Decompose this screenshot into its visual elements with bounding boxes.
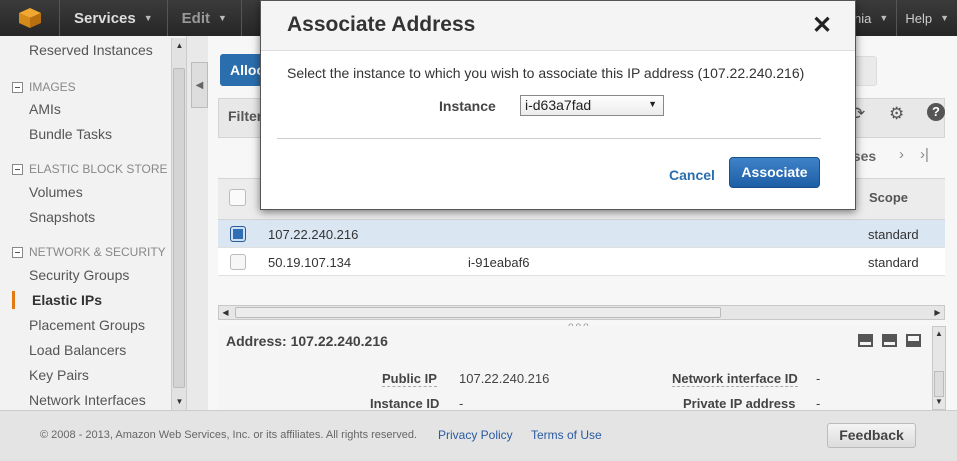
- scroll-up-icon[interactable]: ▲: [174, 40, 185, 51]
- sidebar-item-key-pairs[interactable]: Key Pairs: [29, 367, 89, 383]
- scroll-thumb[interactable]: [235, 307, 721, 318]
- sidebar-section-ebs[interactable]: ELASTIC BLOCK STORE: [12, 162, 168, 176]
- detail-title: Address: 107.22.240.216: [226, 333, 388, 349]
- public-ip-value: 107.22.240.216: [459, 371, 550, 386]
- sidebar-scrollbar[interactable]: ▲ ▼: [171, 38, 186, 410]
- horizontal-scrollbar[interactable]: ◀ ▶: [218, 305, 945, 320]
- private-ip-value: -: [816, 396, 821, 411]
- last-page-icon[interactable]: ›|: [920, 146, 929, 163]
- column-header-scope[interactable]: Scope: [869, 190, 908, 205]
- instance-id-label: Instance ID: [370, 396, 440, 411]
- collapse-sidebar-button[interactable]: ◀: [191, 62, 208, 108]
- collapse-icon: [12, 163, 23, 175]
- cube-icon: [18, 8, 41, 28]
- sidebar-section-title: ELASTIC BLOCK STORE: [29, 162, 168, 176]
- gear-icon[interactable]: ⚙: [889, 104, 904, 124]
- scroll-left-icon[interactable]: ◀: [219, 306, 232, 319]
- sidebar-section-title: IMAGES: [29, 80, 76, 94]
- private-ip-label: Private IP address: [683, 396, 796, 411]
- edit-menu[interactable]: Edit ▼: [168, 0, 242, 36]
- row-checkbox[interactable]: [230, 254, 246, 270]
- network-interface-value: -: [816, 371, 821, 386]
- associate-button[interactable]: Associate: [729, 157, 820, 188]
- sidebar-item-network-interfaces[interactable]: Network Interfaces: [29, 392, 146, 408]
- chevron-down-icon: ▼: [879, 13, 889, 23]
- help-icon[interactable]: ?: [927, 103, 945, 121]
- help-label: Help: [905, 10, 933, 26]
- sidebar-item-elastic-ips[interactable]: Elastic IPs: [32, 292, 102, 308]
- collapse-icon: [12, 246, 23, 258]
- dropdown-arrow-icon: ▼: [648, 99, 657, 109]
- select-all-checkbox[interactable]: [229, 189, 246, 206]
- sidebar-item-bundle-tasks[interactable]: Bundle Tasks: [29, 126, 112, 142]
- scroll-down-icon[interactable]: ▼: [174, 396, 185, 407]
- detail-scrollbar[interactable]: ▲ ▼: [932, 326, 946, 410]
- row-checkbox[interactable]: [230, 226, 246, 242]
- sidebar-section-images[interactable]: IMAGES: [12, 80, 76, 94]
- filter-label[interactable]: Filter: [228, 108, 262, 124]
- sidebar-item-amis[interactable]: AMIs: [29, 101, 61, 117]
- instance-id-value: -: [459, 396, 464, 411]
- public-ip-label: Public IP: [382, 371, 437, 387]
- chevron-left-icon: ◀: [195, 79, 204, 91]
- sidebar-item-snapshots[interactable]: Snapshots: [29, 209, 95, 225]
- sidebar-section-title: NETWORK & SECURITY: [29, 245, 166, 259]
- edit-label: Edit: [181, 9, 210, 27]
- sidebar-item-load-balancers[interactable]: Load Balancers: [29, 342, 126, 358]
- associate-address-dialog: Associate Address ✕ Select the instance …: [260, 0, 856, 210]
- scroll-thumb[interactable]: [173, 68, 185, 388]
- close-icon[interactable]: ✕: [812, 11, 832, 40]
- instance-select-value: i-d63a7fad: [525, 97, 592, 113]
- cell-scope: standard: [868, 227, 919, 242]
- collapse-icon: [12, 81, 23, 93]
- services-menu[interactable]: Services ▼: [60, 0, 168, 36]
- sidebar-item-security-groups[interactable]: Security Groups: [29, 267, 129, 283]
- terms-of-use-link[interactable]: Terms of Use: [531, 428, 602, 442]
- dialog-message: Select the instance to which you wish to…: [287, 65, 805, 81]
- table-row[interactable]: 50.19.107.134 i-91eabaf6 standard: [218, 248, 945, 276]
- view-top-icon[interactable]: [906, 334, 921, 347]
- cancel-button[interactable]: Cancel: [669, 167, 715, 183]
- chevron-down-icon: ▼: [143, 13, 153, 23]
- dialog-header: Associate Address ✕: [261, 1, 855, 51]
- scroll-right-icon[interactable]: ▶: [931, 306, 944, 319]
- chevron-right-icon[interactable]: ›: [899, 146, 904, 163]
- aws-logo[interactable]: [0, 0, 60, 36]
- cell-ip: 107.22.240.216: [268, 227, 359, 242]
- sidebar: Reserved Instances IMAGES AMIs Bundle Ta…: [0, 36, 187, 410]
- cell-scope: standard: [868, 255, 919, 270]
- sidebar-item-volumes[interactable]: Volumes: [29, 184, 83, 200]
- copyright-text: © 2008 - 2013, Amazon Web Services, Inc.…: [40, 429, 417, 441]
- chevron-down-icon: ▼: [218, 13, 227, 23]
- cell-instance: i-91eabaf6: [468, 255, 530, 270]
- feedback-button[interactable]: Feedback: [827, 423, 916, 448]
- sidebar-item-placement-groups[interactable]: Placement Groups: [29, 317, 145, 333]
- sidebar-section-network-security[interactable]: NETWORK & SECURITY: [12, 245, 166, 259]
- scroll-down-icon[interactable]: ▼: [933, 395, 945, 408]
- view-split-icon[interactable]: [882, 334, 897, 347]
- dialog-title: Associate Address: [287, 13, 476, 36]
- services-label: Services: [74, 9, 136, 27]
- privacy-policy-link[interactable]: Privacy Policy: [438, 428, 513, 442]
- instance-select[interactable]: i-d63a7fad ▼: [520, 95, 664, 116]
- instance-label: Instance: [439, 98, 496, 114]
- active-indicator: [12, 291, 15, 309]
- network-interface-label: Network interface ID: [672, 371, 798, 387]
- scroll-thumb[interactable]: [934, 371, 944, 397]
- help-menu[interactable]: Help ▼: [896, 0, 957, 36]
- cell-ip: 50.19.107.134: [268, 255, 352, 270]
- chevron-down-icon: ▼: [940, 13, 949, 23]
- scroll-up-icon[interactable]: ▲: [933, 327, 945, 340]
- view-bottom-icon[interactable]: [858, 334, 873, 347]
- divider: [277, 138, 821, 139]
- table-row[interactable]: 107.22.240.216 standard: [218, 220, 945, 248]
- sidebar-item-reserved-instances[interactable]: Reserved Instances: [29, 42, 153, 58]
